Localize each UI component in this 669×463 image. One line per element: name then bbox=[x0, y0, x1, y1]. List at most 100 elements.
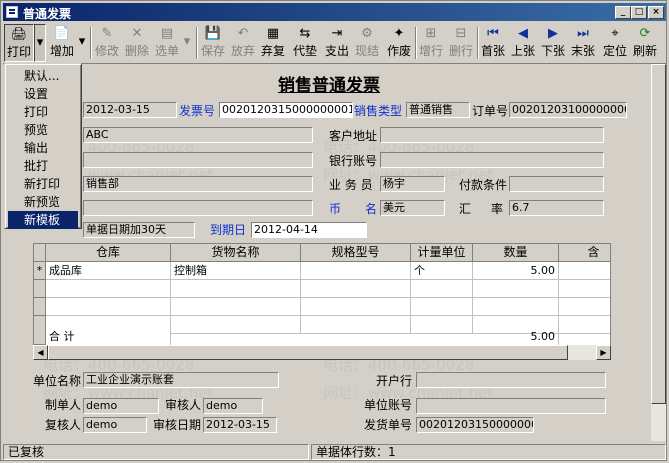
cell-unit[interactable]: 个 bbox=[411, 262, 473, 280]
close-button[interactable]: × bbox=[648, 6, 664, 19]
expense-button[interactable]: ⇥ 支出 bbox=[323, 24, 351, 62]
advance-button[interactable]: ⇆ 代垫 bbox=[291, 24, 319, 62]
maximize-button[interactable]: □ bbox=[631, 6, 647, 19]
menu-item-batch-print[interactable]: 批打 bbox=[8, 157, 78, 175]
empty-cell[interactable] bbox=[171, 298, 301, 316]
empty-cell[interactable] bbox=[171, 316, 301, 334]
scroll-right-button[interactable]: ▶ bbox=[596, 345, 611, 360]
empty-cell[interactable] bbox=[473, 298, 559, 316]
blank-field[interactable] bbox=[83, 152, 313, 168]
menu-item-new-print[interactable]: 新打印 bbox=[8, 175, 78, 193]
col-header-qty[interactable]: 数量 bbox=[473, 244, 559, 262]
payterm-field[interactable] bbox=[509, 176, 604, 192]
save-button[interactable]: 💾 保存 bbox=[199, 24, 227, 62]
toolbar-overflow[interactable] bbox=[660, 24, 666, 62]
select-button[interactable]: ▤ 选单 bbox=[153, 24, 181, 62]
audit-date-field[interactable]: 2012-03-15 bbox=[203, 417, 277, 433]
cell-more[interactable] bbox=[559, 262, 610, 280]
locate-button[interactable]: ⌖ 定位 bbox=[601, 24, 629, 62]
cell-goods[interactable]: 控制箱 bbox=[171, 262, 301, 280]
sale-type-field[interactable]: 普通销售 bbox=[406, 102, 470, 118]
reviewer-field[interactable]: demo bbox=[83, 417, 147, 433]
discard-button[interactable]: ↶ 放弃 bbox=[229, 24, 257, 62]
empty-cell[interactable] bbox=[411, 280, 473, 298]
blank-field[interactable] bbox=[83, 200, 313, 216]
empty-cell[interactable] bbox=[559, 316, 610, 334]
menu-item-new-preview[interactable]: 新预览 bbox=[8, 193, 78, 211]
delete-button[interactable]: ✕ 删除 bbox=[123, 24, 151, 62]
ship-no-field[interactable]: 0020120315000000001 bbox=[416, 417, 534, 433]
row-selector[interactable] bbox=[34, 298, 46, 316]
grid-horizontal-scrollbar[interactable]: ◀ ▶ bbox=[33, 345, 611, 360]
empty-cell[interactable] bbox=[301, 280, 411, 298]
invoice-no-field[interactable]: 00201203150000000012 bbox=[219, 102, 353, 118]
open-bank-field[interactable] bbox=[416, 372, 606, 388]
empty-cell[interactable] bbox=[46, 280, 171, 298]
add-dropdown-button[interactable]: ▾ bbox=[76, 24, 88, 62]
next-record-button[interactable]: ▶ 下张 bbox=[539, 24, 567, 62]
add-button[interactable]: 📄 增加 bbox=[48, 24, 76, 62]
col-header-warehouse[interactable]: 仓库 bbox=[46, 244, 171, 262]
empty-cell[interactable] bbox=[473, 280, 559, 298]
form-vertical-scrollbar[interactable] bbox=[651, 64, 666, 441]
first-record-button[interactable]: ⏮ 首张 bbox=[479, 24, 507, 62]
invoice-date-field[interactable]: 2012-03-15 bbox=[83, 102, 177, 118]
order-no-field[interactable]: 0020120310000000000 bbox=[509, 102, 627, 118]
empty-cell[interactable] bbox=[171, 280, 301, 298]
menu-item-new-template[interactable]: 新模板 bbox=[8, 211, 78, 229]
salesman-field[interactable]: 杨宇 bbox=[380, 176, 445, 192]
scroll-thumb[interactable] bbox=[48, 345, 568, 360]
prev-record-button[interactable]: ◀ 上张 bbox=[509, 24, 537, 62]
empty-cell[interactable] bbox=[301, 298, 411, 316]
delete-row-button[interactable]: ⊟ 删行 bbox=[447, 24, 475, 62]
cancel-review-button[interactable]: ▦ 弃复 bbox=[259, 24, 287, 62]
col-header-goods[interactable]: 货物名称 bbox=[171, 244, 301, 262]
cell-qty[interactable]: 5.00 bbox=[473, 262, 559, 280]
currency-field[interactable]: 美元 bbox=[380, 200, 445, 216]
modify-button[interactable]: ✎ 修改 bbox=[93, 24, 121, 62]
scroll-thumb[interactable] bbox=[651, 64, 666, 404]
unit-name-field[interactable]: 工业企业演示账套 bbox=[83, 372, 279, 388]
cell-spec[interactable] bbox=[301, 262, 411, 280]
void-button[interactable]: ✦ 作废 bbox=[385, 24, 413, 62]
empty-cell[interactable] bbox=[301, 316, 411, 334]
menu-item-print[interactable]: 打印 bbox=[8, 103, 78, 121]
unit-acct-field[interactable] bbox=[416, 398, 606, 414]
select-dropdown-button[interactable]: ▾ bbox=[181, 24, 193, 62]
due-date-field[interactable]: 2012-04-14 bbox=[251, 222, 367, 238]
minimize-button[interactable]: _ bbox=[615, 6, 631, 19]
col-header-spec[interactable]: 规格型号 bbox=[301, 244, 411, 262]
auditor-field[interactable]: demo bbox=[203, 398, 263, 414]
reviewer-label: 复核人 bbox=[45, 418, 82, 432]
refresh-button[interactable]: ⟳ 刷新 bbox=[631, 24, 659, 62]
menu-item-preview[interactable]: 预览 bbox=[8, 121, 78, 139]
customer-field[interactable]: ABC bbox=[83, 127, 313, 143]
department-field[interactable]: 销售部 bbox=[83, 176, 313, 192]
menu-item-export[interactable]: 输出 bbox=[8, 139, 78, 157]
col-header-more[interactable]: 含 bbox=[559, 244, 610, 262]
rate-field[interactable]: 6.7 bbox=[509, 200, 604, 216]
menu-item-default[interactable]: 默认... bbox=[8, 67, 78, 85]
bank-acct-field[interactable] bbox=[380, 152, 604, 168]
maker-field[interactable]: demo bbox=[83, 398, 159, 414]
cash-settle-button[interactable]: ⚙ 现结 bbox=[353, 24, 381, 62]
form-area: 电话：400-665-0028 电话：400-665-0028 网址：www.c… bbox=[3, 64, 666, 441]
empty-cell[interactable] bbox=[46, 298, 171, 316]
print-button[interactable]: 🖨 打印 bbox=[4, 24, 34, 62]
last-record-button[interactable]: ⏭ 末张 bbox=[569, 24, 597, 62]
row-selector[interactable]: * bbox=[34, 262, 46, 280]
add-row-button[interactable]: ⊞ 增行 bbox=[417, 24, 445, 62]
cell-warehouse[interactable]: 成品库 bbox=[46, 262, 171, 280]
scroll-left-button[interactable]: ◀ bbox=[33, 345, 48, 360]
print-dropdown-button[interactable]: ▾ bbox=[34, 24, 46, 62]
row-selector[interactable] bbox=[34, 280, 46, 298]
menu-item-settings[interactable]: 设置 bbox=[8, 85, 78, 103]
col-header-unit[interactable]: 计量单位 bbox=[411, 244, 473, 262]
empty-cell[interactable] bbox=[559, 298, 610, 316]
empty-cell[interactable] bbox=[559, 280, 610, 298]
empty-cell[interactable] bbox=[411, 298, 473, 316]
empty-cell[interactable] bbox=[411, 316, 473, 334]
invoice-lines-grid[interactable]: 仓库 货物名称 规格型号 计量单位 数量 含 * 成品库 控制箱 个 5.00 bbox=[33, 243, 611, 359]
cust-addr-field[interactable] bbox=[380, 127, 604, 143]
due-rule-field[interactable]: 单据日期加30天 bbox=[83, 222, 195, 238]
